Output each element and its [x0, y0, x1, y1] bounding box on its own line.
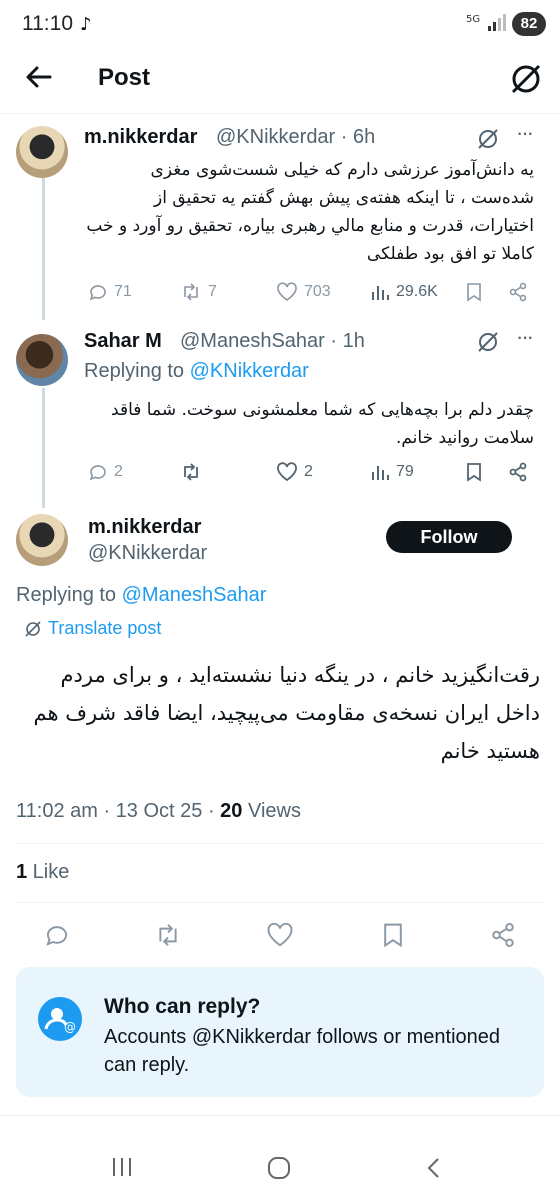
views-icon [372, 286, 389, 300]
follow-button[interactable]: Follow [386, 521, 512, 553]
status-bar: 11:10 ♪ 5G 82 [0, 0, 560, 50]
views-action[interactable]: 79 [370, 462, 414, 482]
repost-action[interactable]: 7 [180, 282, 217, 302]
reply-action[interactable]: 2 [88, 462, 123, 482]
recent-apps-icon[interactable] [110, 1156, 134, 1178]
svg-text:@: @ [64, 1020, 76, 1034]
main-post-text: رقت‌انگیزید خانم ، در ینگه دنیا نشسته‌ای… [33, 663, 540, 763]
back-arrow-icon[interactable] [22, 60, 56, 94]
replying-to: Replying to @KNikkerdar [84, 360, 309, 383]
reply-count: 71 [114, 283, 132, 300]
bookmark-icon[interactable] [464, 462, 484, 482]
more-icon[interactable]: ··· [516, 324, 534, 350]
translate-label: Translate post [48, 618, 162, 638]
views-action[interactable]: 29.6K [370, 282, 438, 302]
replying-prefix: Replying to [16, 584, 122, 606]
views-count: 20 [220, 800, 243, 822]
home-icon[interactable] [266, 1156, 292, 1180]
like-count: 2 [304, 463, 313, 480]
reply-count: 2 [114, 463, 123, 480]
network-type: 5G [466, 14, 481, 25]
like-action[interactable]: 703 [276, 282, 331, 302]
who-can-reply-description: Accounts @KNikkerdar follows or mentione… [104, 1026, 501, 1076]
grok-icon [25, 620, 41, 637]
share-icon[interactable] [508, 462, 528, 482]
likes-label: Like [27, 861, 70, 883]
status-time: 11:10 [22, 12, 73, 35]
repost-icon [184, 283, 198, 301]
replying-prefix: Replying to [84, 360, 190, 382]
author-handle[interactable]: @ManeshSahar · 1h [180, 330, 365, 353]
like-action[interactable]: 2 [276, 462, 313, 482]
share-icon[interactable] [508, 282, 528, 302]
tiktok-icon: ♪ [80, 14, 92, 35]
page-title: Post [98, 64, 151, 91]
post-text: یه دانش‌آموز عرزشی دارم که خیلی شست‌شوی … [86, 160, 534, 264]
thread-connector [42, 178, 45, 320]
share-icon[interactable] [490, 922, 516, 948]
back-icon[interactable] [424, 1156, 444, 1180]
mention-user-icon: @ [38, 997, 82, 1041]
repost-icon[interactable] [154, 922, 182, 948]
reply-icon [89, 285, 106, 301]
bookmark-icon[interactable] [464, 282, 484, 302]
timestamp: 11:02 am · 13 Oct 25 · [16, 800, 221, 822]
views-icon [372, 466, 389, 480]
author-handle[interactable]: @KNikkerdar · 6h [216, 126, 375, 149]
heart-icon [277, 462, 297, 482]
like-summary[interactable]: 1 Like [16, 861, 69, 884]
views-count: 29.6K [396, 283, 438, 300]
author-name[interactable]: Sahar M [84, 330, 162, 353]
divider [16, 902, 544, 903]
replying-to: Replying to @ManeshSahar [16, 584, 266, 607]
avatar[interactable] [16, 514, 68, 566]
thread-connector [42, 388, 45, 508]
avatar[interactable] [16, 126, 68, 178]
heart-icon[interactable] [266, 922, 294, 948]
reply-action[interactable]: 71 [88, 282, 132, 302]
app-header: Post [0, 50, 560, 114]
who-can-reply-card: @ Who can reply? Accounts @KNikkerdar fo… [16, 967, 544, 1097]
views-label: Views [242, 800, 301, 822]
author-handle[interactable]: @KNikkerdar [88, 542, 207, 565]
grok-icon[interactable] [476, 127, 500, 151]
grok-icon[interactable] [476, 330, 500, 354]
mention-link[interactable]: @ManeshSahar [122, 584, 267, 606]
author-name[interactable]: m.nikkerdar [84, 126, 197, 149]
author-name[interactable]: m.nikkerdar [88, 516, 201, 539]
who-can-reply-title: Who can reply? [104, 995, 261, 1018]
more-icon[interactable]: ··· [516, 120, 534, 146]
like-count: 703 [304, 283, 331, 300]
repost-action[interactable] [180, 462, 202, 482]
system-nav-bar [0, 1115, 560, 1200]
grok-icon[interactable] [508, 61, 544, 97]
reply-icon [89, 465, 106, 481]
repost-icon [184, 463, 198, 481]
heart-icon [277, 282, 297, 301]
views-count: 79 [396, 463, 414, 480]
likes-count: 1 [16, 861, 28, 883]
signal-icon [488, 14, 506, 31]
bookmark-icon[interactable] [380, 922, 406, 948]
divider [16, 843, 544, 844]
translate-post-link[interactable]: Translate post [24, 618, 161, 639]
reply-icon[interactable] [44, 922, 70, 948]
repost-count: 7 [208, 283, 217, 300]
mention-link[interactable]: @KNikkerdar [190, 360, 309, 382]
post-metadata: 11:02 am · 13 Oct 25 · 20 Views [16, 800, 301, 823]
battery-level: 82 [512, 12, 546, 36]
avatar[interactable] [16, 334, 68, 386]
post-text: چقدر دلم برا بچه‌هایی که شما معلمشونی سو… [111, 400, 534, 448]
